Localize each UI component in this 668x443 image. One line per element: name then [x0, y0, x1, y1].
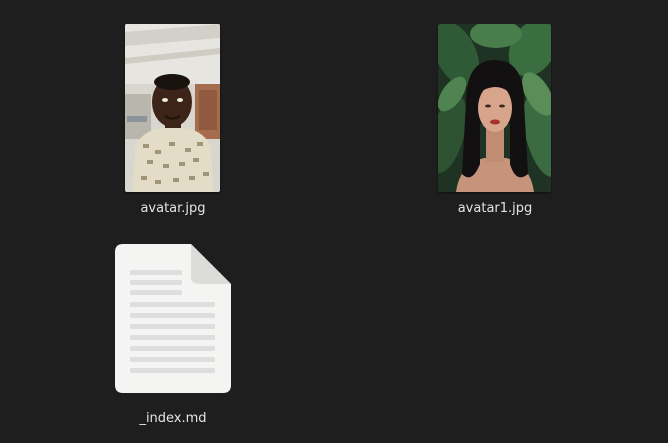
- file-name-label: avatar1.jpg: [457, 201, 533, 216]
- file-name-label: _index.md: [139, 411, 207, 426]
- file-name-label: avatar.jpg: [140, 201, 206, 216]
- file-grid: avatar.jpg avatar1.jpg _index.md: [0, 0, 668, 443]
- text-document-icon: [115, 244, 231, 393]
- image-thumbnail: [438, 24, 551, 192]
- file-item-avatar1-jpg[interactable]: avatar1.jpg: [422, 22, 568, 222]
- file-item-avatar-jpg[interactable]: avatar.jpg: [100, 22, 246, 222]
- file-item-index-md[interactable]: _index.md: [100, 240, 246, 432]
- image-thumbnail: [125, 24, 220, 192]
